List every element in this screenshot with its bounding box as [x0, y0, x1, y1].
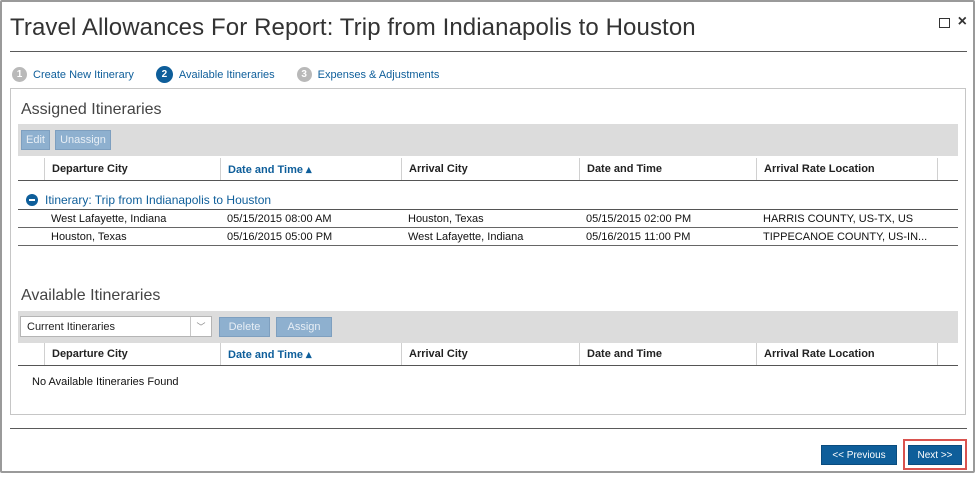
- itinerary-group-label: Itinerary: Trip from Indianapolis to Hou…: [45, 193, 272, 207]
- col-arrival-date-time[interactable]: Date and Time: [579, 158, 756, 180]
- assigned-toolbar: Edit Unassign: [18, 124, 958, 156]
- col-arrival-rate-location[interactable]: Arrival Rate Location: [756, 343, 937, 365]
- wizard-steps: 1 Create New Itinerary 2 Available Itine…: [12, 66, 461, 83]
- col-departure-date-time[interactable]: Date and Time ▴: [220, 343, 401, 365]
- col-departure-city[interactable]: Departure City: [44, 158, 220, 180]
- dialog-title: Travel Allowances For Report: Trip from …: [10, 14, 696, 41]
- step-create-new-itinerary[interactable]: 1 Create New Itinerary: [12, 67, 134, 82]
- step-number: 2: [155, 66, 173, 83]
- step-label: Create New Itinerary: [33, 68, 134, 81]
- col-spacer: [937, 343, 960, 365]
- next-button[interactable]: Next >>: [908, 445, 962, 465]
- col-arrival-city[interactable]: Arrival City: [401, 343, 579, 365]
- col-arrival-date-time[interactable]: Date and Time: [579, 343, 756, 365]
- title-divider: [10, 51, 967, 52]
- maximize-icon[interactable]: [938, 17, 950, 28]
- step-label: Expenses & Adjustments: [317, 68, 440, 81]
- cell-arrival-city: Houston, Texas: [408, 212, 484, 225]
- itinerary-group-header[interactable]: Itinerary: Trip from Indianapolis to Hou…: [26, 193, 271, 207]
- available-toolbar: Current Itineraries ﹀ Delete Assign: [18, 311, 958, 343]
- cell-departure-city: Houston, Texas: [51, 230, 127, 243]
- assign-button[interactable]: Assign: [276, 317, 332, 337]
- previous-button[interactable]: << Previous: [821, 445, 897, 465]
- footer-divider: [10, 428, 967, 429]
- available-table-header: Departure City Date and Time ▴ Arrival C…: [18, 343, 958, 366]
- close-icon[interactable]: ×: [958, 14, 967, 30]
- assigned-itineraries-title: Assigned Itineraries: [21, 101, 162, 118]
- cell-arrival-rate-location: TIPPECANOE COUNTY, US-IN...: [763, 230, 928, 243]
- itinerary-filter-select[interactable]: Current Itineraries ﹀: [20, 316, 212, 337]
- delete-button[interactable]: Delete: [219, 317, 270, 337]
- itineraries-panel: Assigned Itineraries Edit Unassign Depar…: [10, 88, 966, 415]
- cell-departure-city: West Lafayette, Indiana: [51, 212, 167, 225]
- cell-arrival-date-time: 05/16/2015 11:00 PM: [586, 230, 691, 243]
- cell-arrival-date-time: 05/15/2015 02:00 PM: [586, 212, 692, 225]
- chevron-down-icon[interactable]: ﹀: [190, 317, 211, 336]
- col-departure-city[interactable]: Departure City: [44, 343, 220, 365]
- empty-message: No Available Itineraries Found: [32, 376, 179, 388]
- step-expenses-adjustments[interactable]: 3 Expenses & Adjustments: [296, 67, 440, 82]
- step-number: 3: [296, 67, 312, 82]
- cell-departure-date-time: 05/15/2015 08:00 AM: [227, 212, 332, 225]
- itinerary-filter-value: Current Itineraries: [27, 320, 116, 333]
- col-departure-date-time[interactable]: Date and Time ▴: [220, 158, 401, 180]
- unassign-button[interactable]: Unassign: [55, 130, 111, 150]
- edit-button[interactable]: Edit: [21, 130, 50, 150]
- table-row[interactable]: West Lafayette, Indiana 05/15/2015 08:00…: [18, 210, 958, 228]
- assigned-table-header: Departure City Date and Time ▴ Arrival C…: [18, 158, 958, 181]
- available-itineraries-title: Available Itineraries: [21, 287, 161, 304]
- cell-departure-date-time: 05/16/2015 05:00 PM: [227, 230, 333, 243]
- col-arrival-city[interactable]: Arrival City: [401, 158, 579, 180]
- col-arrival-rate-location[interactable]: Arrival Rate Location: [756, 158, 937, 180]
- step-number: 1: [12, 67, 27, 82]
- table-row[interactable]: Houston, Texas 05/16/2015 05:00 PM West …: [18, 228, 958, 246]
- col-spacer: [937, 158, 960, 180]
- collapse-minus-icon[interactable]: [26, 194, 38, 206]
- cell-arrival-rate-location: HARRIS COUNTY, US-TX, US: [763, 212, 914, 225]
- cell-arrival-city: West Lafayette, Indiana: [408, 230, 524, 243]
- window-controls: ×: [938, 14, 967, 30]
- step-label: Available Itineraries: [178, 68, 275, 81]
- step-available-itineraries[interactable]: 2 Available Itineraries: [155, 66, 275, 83]
